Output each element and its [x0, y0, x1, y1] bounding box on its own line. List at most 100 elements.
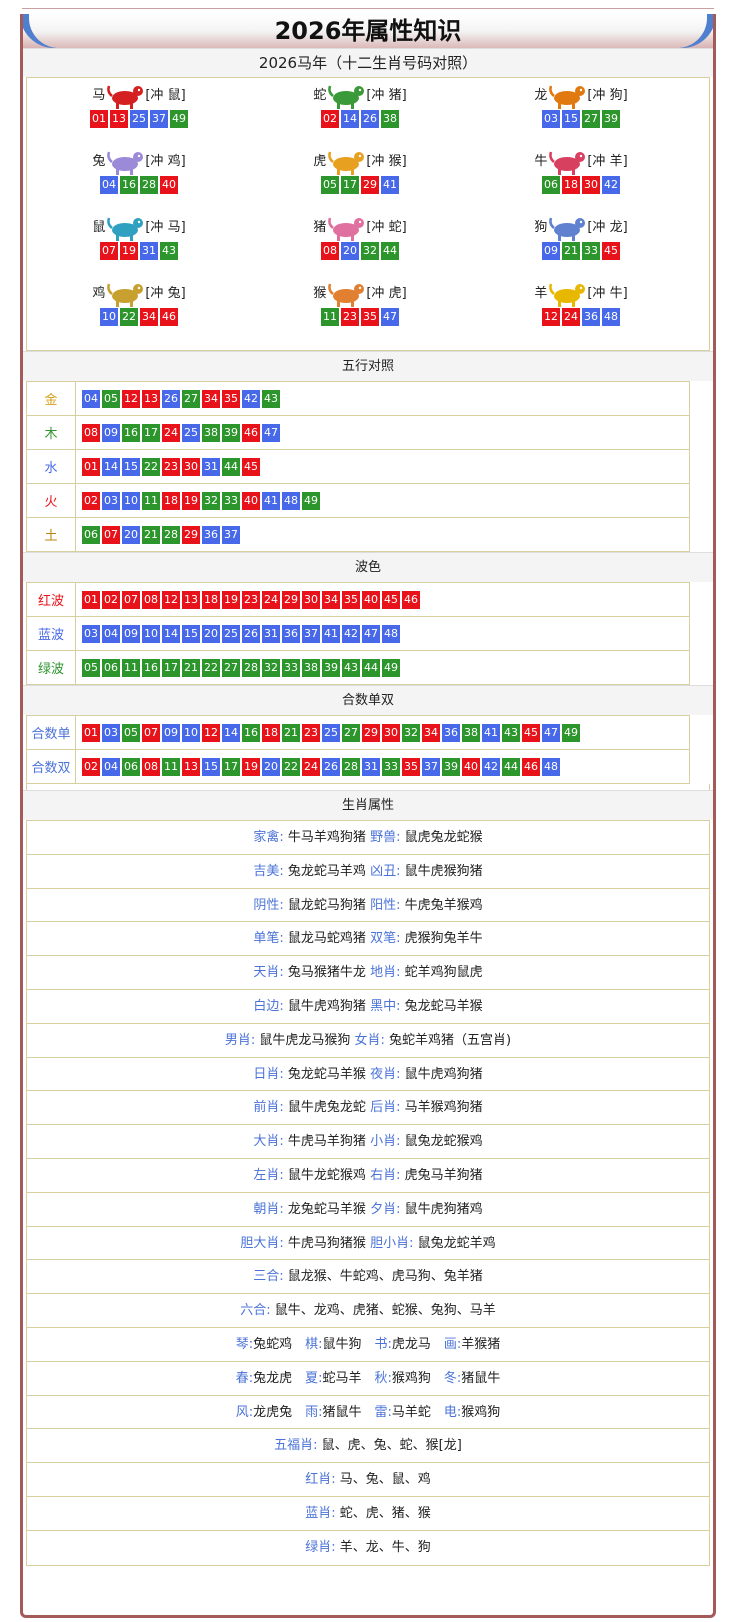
attr-value: 兔龙蛇马羊猴: [283, 1066, 371, 1082]
number-ball: 41: [381, 176, 399, 194]
number-ball: 44: [222, 457, 240, 476]
zodiac-clash: [冲 鸡]: [145, 154, 186, 169]
attr-value: 鼠龙马蛇鸡猪: [283, 931, 371, 947]
zodiac-clash: [冲 龙]: [587, 220, 628, 235]
zodiac-numbers: 02 14 26 38: [250, 110, 470, 132]
horse-icon: [105, 82, 145, 110]
number-ball: 49: [302, 491, 320, 510]
number-ball: 40: [160, 176, 178, 194]
attr-key: 五福肖:: [274, 1438, 318, 1454]
number-ball: 09: [122, 624, 140, 643]
number-ball: 05: [122, 723, 140, 742]
zodiac-clash: [冲 兔]: [145, 286, 186, 301]
attr-value: 羊、龙、牛、狗: [335, 1539, 431, 1555]
number-ball: 28: [162, 525, 180, 544]
wuxing-row: 水 01 14 15 22 23 30 31 44 45: [26, 449, 690, 484]
row-numbers: 01 03 05 07 09 10 12 14 16 18 21 23 25 27 29 30 32 34 36 38…: [75, 715, 690, 750]
attr-key: 前肖:: [253, 1100, 284, 1116]
wave-row: 红波 01 02 07 08 12 13 18 19 23 24 29 30 34 35 40 45 46: [26, 582, 690, 617]
number-ball: 23: [341, 308, 359, 326]
number-ball: 36: [582, 308, 600, 326]
number-ball: 31: [262, 624, 280, 643]
number-ball: 26: [322, 757, 340, 776]
number-ball: 34: [322, 590, 340, 609]
zodiac-cell: 鼠 [冲 马] 07 19 31 43: [29, 214, 249, 280]
number-ball: 40: [362, 590, 380, 609]
attr-value: 羊猴猪: [461, 1336, 501, 1352]
number-ball: 30: [182, 457, 200, 476]
number-ball: 42: [602, 176, 620, 194]
number-ball: 35: [402, 757, 420, 776]
number-ball: 06: [122, 757, 140, 776]
number-ball: 28: [140, 176, 158, 194]
wuxing-section-heading: 五行对照: [23, 351, 713, 381]
attr-value: 蛇、虎、猪、猴: [335, 1505, 431, 1521]
number-ball: 34: [202, 389, 220, 408]
number-ball: 08: [142, 757, 160, 776]
attr-row: 红肖: 马、兔、鼠、鸡: [27, 1463, 709, 1497]
attr-key: 右肖:: [370, 1167, 401, 1183]
attr-row: 三合: 鼠龙猴、牛蛇鸡、虎马狗、兔羊猪: [27, 1260, 709, 1295]
number-ball: 14: [341, 110, 359, 128]
number-ball: 48: [542, 757, 560, 776]
heshu-section-heading: 合数单双: [23, 685, 713, 715]
row-numbers: 02 04 06 08 11 13 15 17 19 20 22 24 26 28 31 33 35 37 39 40…: [75, 749, 690, 784]
number-ball: 26: [242, 624, 260, 643]
number-ball: 20: [122, 525, 140, 544]
number-ball: 27: [582, 110, 600, 128]
attr-key: 天肖:: [253, 965, 284, 981]
attr-value: 鼠牛虎兔龙蛇: [283, 1100, 371, 1116]
attr-value: 猪鼠牛: [461, 1370, 501, 1386]
number-ball: 36: [202, 525, 220, 544]
attr-value: 兔蛇鸡: [253, 1336, 306, 1352]
number-ball: 24: [162, 423, 180, 442]
attr-row: 大肖: 牛虎马羊狗猪 小肖: 鼠兔龙蛇猴鸡: [27, 1125, 709, 1159]
number-ball: 03: [102, 723, 120, 742]
row-numbers: 03 04 09 10 14 15 20 25 26 31 36 37 41 42 47 48: [75, 616, 690, 651]
zodiac-numbers: 07 19 31 43: [29, 242, 249, 264]
attr-value: 鼠牛虎猴狗猪: [400, 863, 483, 879]
attr-row: 风:龙虎兔 雨:猪鼠牛 雷:马羊蛇 电:猴鸡狗: [27, 1396, 709, 1430]
number-ball: 03: [102, 491, 120, 510]
number-ball: 23: [302, 723, 320, 742]
zodiac-clash: [冲 虎]: [366, 286, 407, 301]
attr-key: 电:: [443, 1404, 462, 1420]
heshu-row: 合数双 02 04 06 08 11 13 15 17 19 20 22 24 26 28 31 33 35 37 3…: [26, 749, 690, 784]
zodiac-cell: 猴 [冲 虎] 11 23 35 47: [250, 280, 470, 346]
zodiac-name-row: 马 [冲 鼠]: [29, 82, 249, 110]
number-ball: 07: [100, 242, 118, 260]
number-ball: 43: [160, 242, 178, 260]
number-ball: 40: [242, 491, 260, 510]
number-ball: 39: [222, 423, 240, 442]
number-ball: 48: [382, 624, 400, 643]
number-ball: 40: [462, 757, 480, 776]
number-ball: 19: [222, 590, 240, 609]
number-ball: 13: [182, 590, 200, 609]
number-ball: 15: [202, 757, 220, 776]
number-ball: 17: [162, 658, 180, 677]
attr-key: 夜肖:: [370, 1066, 401, 1082]
number-ball: 18: [162, 491, 180, 510]
wuxing-row: 土 06 07 20 21 28 29 36 37: [26, 517, 690, 552]
zodiac-cell: 兔 [冲 鸡] 04 16 28 40: [29, 148, 249, 214]
number-ball: 11: [162, 757, 180, 776]
number-ball: 42: [342, 624, 360, 643]
number-ball: 11: [321, 308, 339, 326]
attr-key: 绿肖:: [305, 1539, 336, 1555]
attr-value: 鼠龙猴、牛蛇鸡、虎马狗、兔羊猪: [283, 1269, 483, 1285]
wuxing-row: 火 02 03 10 11 18 19 32 33 40 41 48 49: [26, 483, 690, 518]
zodiac-numbers: 12 24 36 48: [471, 308, 691, 330]
attr-key: 春:: [235, 1370, 254, 1386]
attr-value: 牛马羊鸡狗猪: [283, 830, 371, 845]
rabbit-icon: [105, 148, 145, 176]
number-ball: 45: [382, 590, 400, 609]
row-label: 金: [26, 381, 76, 416]
attr-value: 鼠牛虎鸡狗猪: [400, 1066, 483, 1082]
attr-key: 蓝肖:: [305, 1505, 336, 1521]
attr-value: 马、兔、鼠、鸡: [335, 1472, 431, 1488]
number-ball: 47: [362, 624, 380, 643]
row-numbers: 05 06 11 16 17 21 22 27 28 32 33 38 39 43 44 49: [75, 650, 690, 685]
attr-key: 地肖:: [370, 965, 401, 981]
row-label: 红波: [26, 582, 76, 617]
number-ball: 26: [361, 110, 379, 128]
